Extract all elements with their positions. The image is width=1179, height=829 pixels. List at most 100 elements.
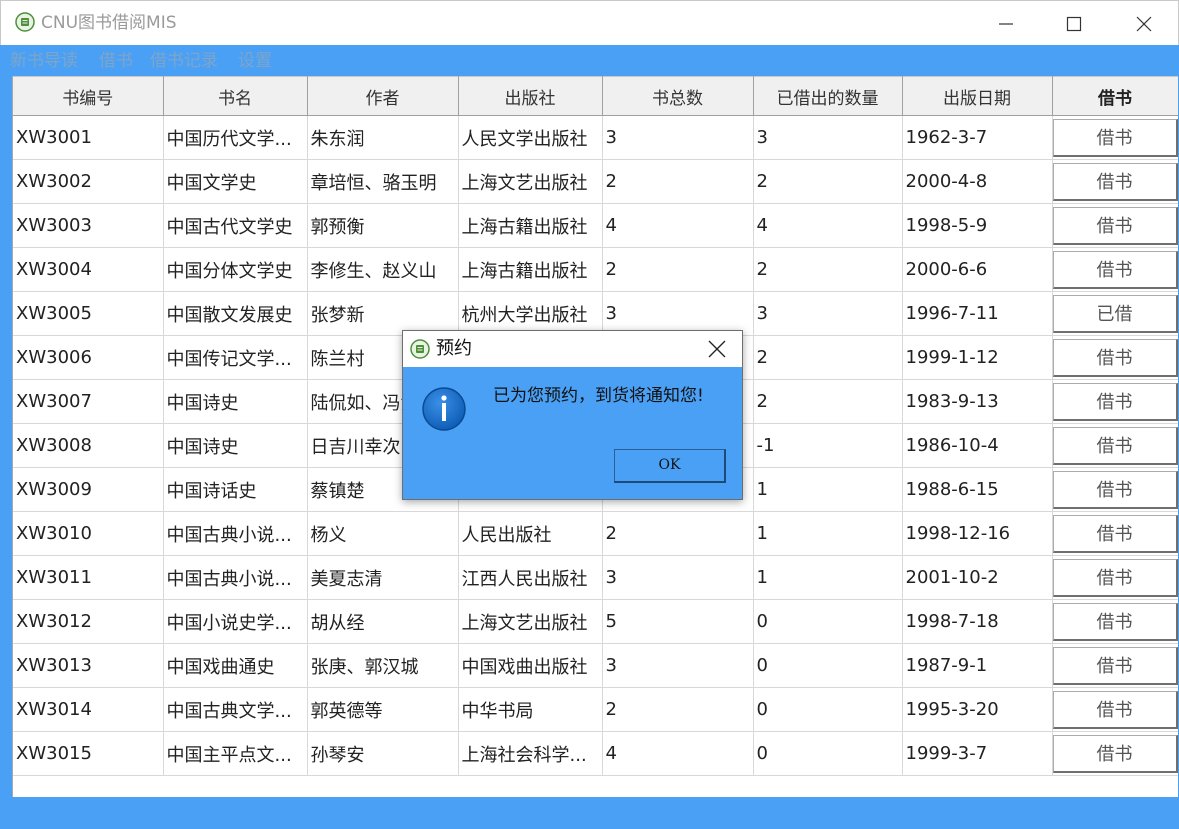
borrow-button[interactable]: 借书 — [1052, 338, 1177, 377]
column-header-publisher[interactable]: 出版社 — [458, 76, 603, 116]
borrow-button[interactable]: 借书 — [1052, 250, 1177, 289]
cell-publish-date: 1995-3-20 — [902, 687, 1053, 732]
cell-borrowed-count: 1 — [753, 555, 903, 600]
menu-borrow[interactable]: 借书 — [99, 50, 133, 72]
cell-author: 孙琴安 — [307, 731, 459, 776]
table-row[interactable]: XW3001 中国历代文学... 朱东润 人民文学出版社 3 3 1962-3-7 借书 — [13, 115, 1178, 160]
menu-settings[interactable]: 设置 — [238, 50, 272, 72]
cell-publish-date: 2001-10-2 — [902, 555, 1053, 600]
column-header-book-title[interactable]: 书名 — [163, 76, 308, 116]
cell-book-id: XW3003 — [13, 203, 164, 248]
cell-publisher: 上海文艺出版社 — [458, 159, 603, 204]
cell-borrow-action: 借书 — [1052, 379, 1178, 424]
table-row[interactable]: XW3010 中国古典小说... 杨义 人民出版社 2 1 1998-12-16 借书 — [13, 511, 1178, 556]
table-row[interactable]: XW3014 中国古典文学... 郭英德等 中华书局 2 0 1995-3-20 借书 — [13, 687, 1178, 732]
borrow-button[interactable]: 借书 — [1052, 426, 1177, 465]
cell-publish-date: 1998-5-9 — [902, 203, 1053, 248]
borrow-button[interactable]: 借书 — [1052, 206, 1177, 245]
cell-author: 章培恒、骆玉明 — [307, 159, 459, 204]
borrow-button[interactable]: 已借 — [1052, 294, 1177, 333]
cell-publisher: 中华书局 — [458, 687, 603, 732]
borrow-button[interactable]: 借书 — [1052, 558, 1177, 597]
cell-publisher: 上海文艺出版社 — [458, 599, 603, 644]
cell-book-title: 中国历代文学... — [163, 115, 308, 160]
cell-book-title: 中国小说史学... — [163, 599, 308, 644]
menu-borrow-records[interactable]: 借书记录 — [150, 50, 218, 72]
cell-borrow-action: 借书 — [1052, 115, 1178, 160]
dialog-title-bar: 预约 — [403, 331, 742, 367]
column-header-book-id[interactable]: 书编号 — [13, 76, 164, 116]
borrow-button[interactable]: 借书 — [1052, 514, 1177, 553]
cell-book-id: XW3005 — [13, 291, 164, 336]
cell-borrowed-count: 1 — [753, 511, 903, 556]
table-row[interactable]: XW3015 中国主平点文... 孙琴安 上海社会科学... 4 0 1999-3-7 借书 — [13, 731, 1178, 776]
cell-book-id: XW3011 — [13, 555, 164, 600]
info-icon — [422, 387, 466, 431]
table-row[interactable]: XW3012 中国小说史学... 胡从经 上海文艺出版社 5 0 1998-7-18 借书 — [13, 599, 1178, 644]
borrow-button[interactable]: 借书 — [1052, 162, 1177, 201]
table-row[interactable]: XW3002 中国文学史 章培恒、骆玉明 上海文艺出版社 2 2 2000-4-8 借书 — [13, 159, 1178, 204]
cell-publisher: 杭州大学出版社 — [458, 291, 603, 336]
cell-book-title: 中国古典文学... — [163, 687, 308, 732]
cell-book-title: 中国诗史 — [163, 423, 308, 468]
cell-publish-date: 1999-3-7 — [902, 731, 1053, 776]
column-header-borrow[interactable]: 借书 — [1052, 76, 1178, 116]
cell-book-id: XW3008 — [13, 423, 164, 468]
menu-bar: 新书导读 借书 借书记录 设置 — [0, 45, 1179, 76]
cell-publish-date: 1988-6-15 — [902, 467, 1053, 512]
cell-borrow-action: 借书 — [1052, 335, 1178, 380]
cell-book-id: XW3004 — [13, 247, 164, 292]
reservation-dialog: 预约 已为您预约，到货将通知您! OK — [402, 330, 743, 500]
cell-book-id: XW3002 — [13, 159, 164, 204]
cell-book-title: 中国古典小说... — [163, 511, 308, 556]
cell-publish-date: 1999-1-12 — [902, 335, 1053, 380]
cell-borrowed-count: 0 — [753, 643, 903, 688]
cell-total: 2 — [602, 247, 754, 292]
maximize-button[interactable] — [1051, 9, 1097, 39]
borrow-button[interactable]: 借书 — [1052, 470, 1177, 509]
borrow-button[interactable]: 借书 — [1052, 602, 1177, 641]
table-row[interactable]: XW3011 中国古典小说... 美夏志清 江西人民出版社 3 1 2001-10-2 借书 — [13, 555, 1178, 600]
cell-author: 张庚、郭汉城 — [307, 643, 459, 688]
cell-borrow-action: 借书 — [1052, 467, 1178, 512]
menu-new-books[interactable]: 新书导读 — [10, 50, 78, 72]
maximize-icon — [1066, 16, 1082, 32]
borrow-button[interactable]: 借书 — [1052, 118, 1177, 157]
column-header-author[interactable]: 作者 — [307, 76, 459, 116]
cell-borrowed-count: 2 — [753, 335, 903, 380]
borrow-button[interactable]: 借书 — [1052, 646, 1177, 685]
table-row[interactable]: XW3013 中国戏曲通史 张庚、郭汉城 中国戏曲出版社 3 0 1987-9-1 借书 — [13, 643, 1178, 688]
borrow-button[interactable]: 借书 — [1052, 382, 1177, 421]
cell-total: 3 — [602, 115, 754, 160]
cell-total: 5 — [602, 599, 754, 644]
app-logo-icon — [15, 12, 35, 32]
cell-borrow-action: 借书 — [1052, 555, 1178, 600]
ok-button[interactable]: OK — [614, 449, 726, 483]
cell-publish-date: 1998-12-16 — [902, 511, 1053, 556]
borrow-button[interactable]: 借书 — [1052, 690, 1177, 729]
minimize-button[interactable] — [983, 9, 1029, 39]
cell-book-id: XW3014 — [13, 687, 164, 732]
cell-author: 张梦新 — [307, 291, 459, 336]
cell-total: 3 — [602, 291, 754, 336]
cell-book-title: 中国诗话史 — [163, 467, 308, 512]
cell-borrow-action: 借书 — [1052, 687, 1178, 732]
borrow-button[interactable]: 借书 — [1052, 734, 1177, 773]
close-window-button[interactable] — [1121, 9, 1167, 39]
cell-book-title: 中国分体文学史 — [163, 247, 308, 292]
minimize-icon — [999, 23, 1013, 25]
cell-book-title: 中国主平点文... — [163, 731, 308, 776]
cell-author: 胡从经 — [307, 599, 459, 644]
column-header-publish-date[interactable]: 出版日期 — [902, 76, 1053, 116]
table-row[interactable]: XW3003 中国古代文学史 郭预衡 上海古籍出版社 4 4 1998-5-9 借书 — [13, 203, 1178, 248]
cell-author: 郭预衡 — [307, 203, 459, 248]
column-header-borrowed-count[interactable]: 已借出的数量 — [753, 76, 903, 116]
cell-book-title: 中国诗史 — [163, 379, 308, 424]
cell-book-title: 中国散文发展史 — [163, 291, 308, 336]
column-header-total[interactable]: 书总数 — [602, 76, 754, 116]
table-row[interactable]: XW3005 中国散文发展史 张梦新 杭州大学出版社 3 3 1996-7-11 已借 — [13, 291, 1178, 336]
dialog-close-button[interactable] — [703, 337, 731, 361]
cell-author: 杨义 — [307, 511, 459, 556]
table-row[interactable]: XW3004 中国分体文学史 李修生、赵义山 上海古籍出版社 2 2 2000-6-6 借书 — [13, 247, 1178, 292]
cell-publish-date: 1962-3-7 — [902, 115, 1053, 160]
